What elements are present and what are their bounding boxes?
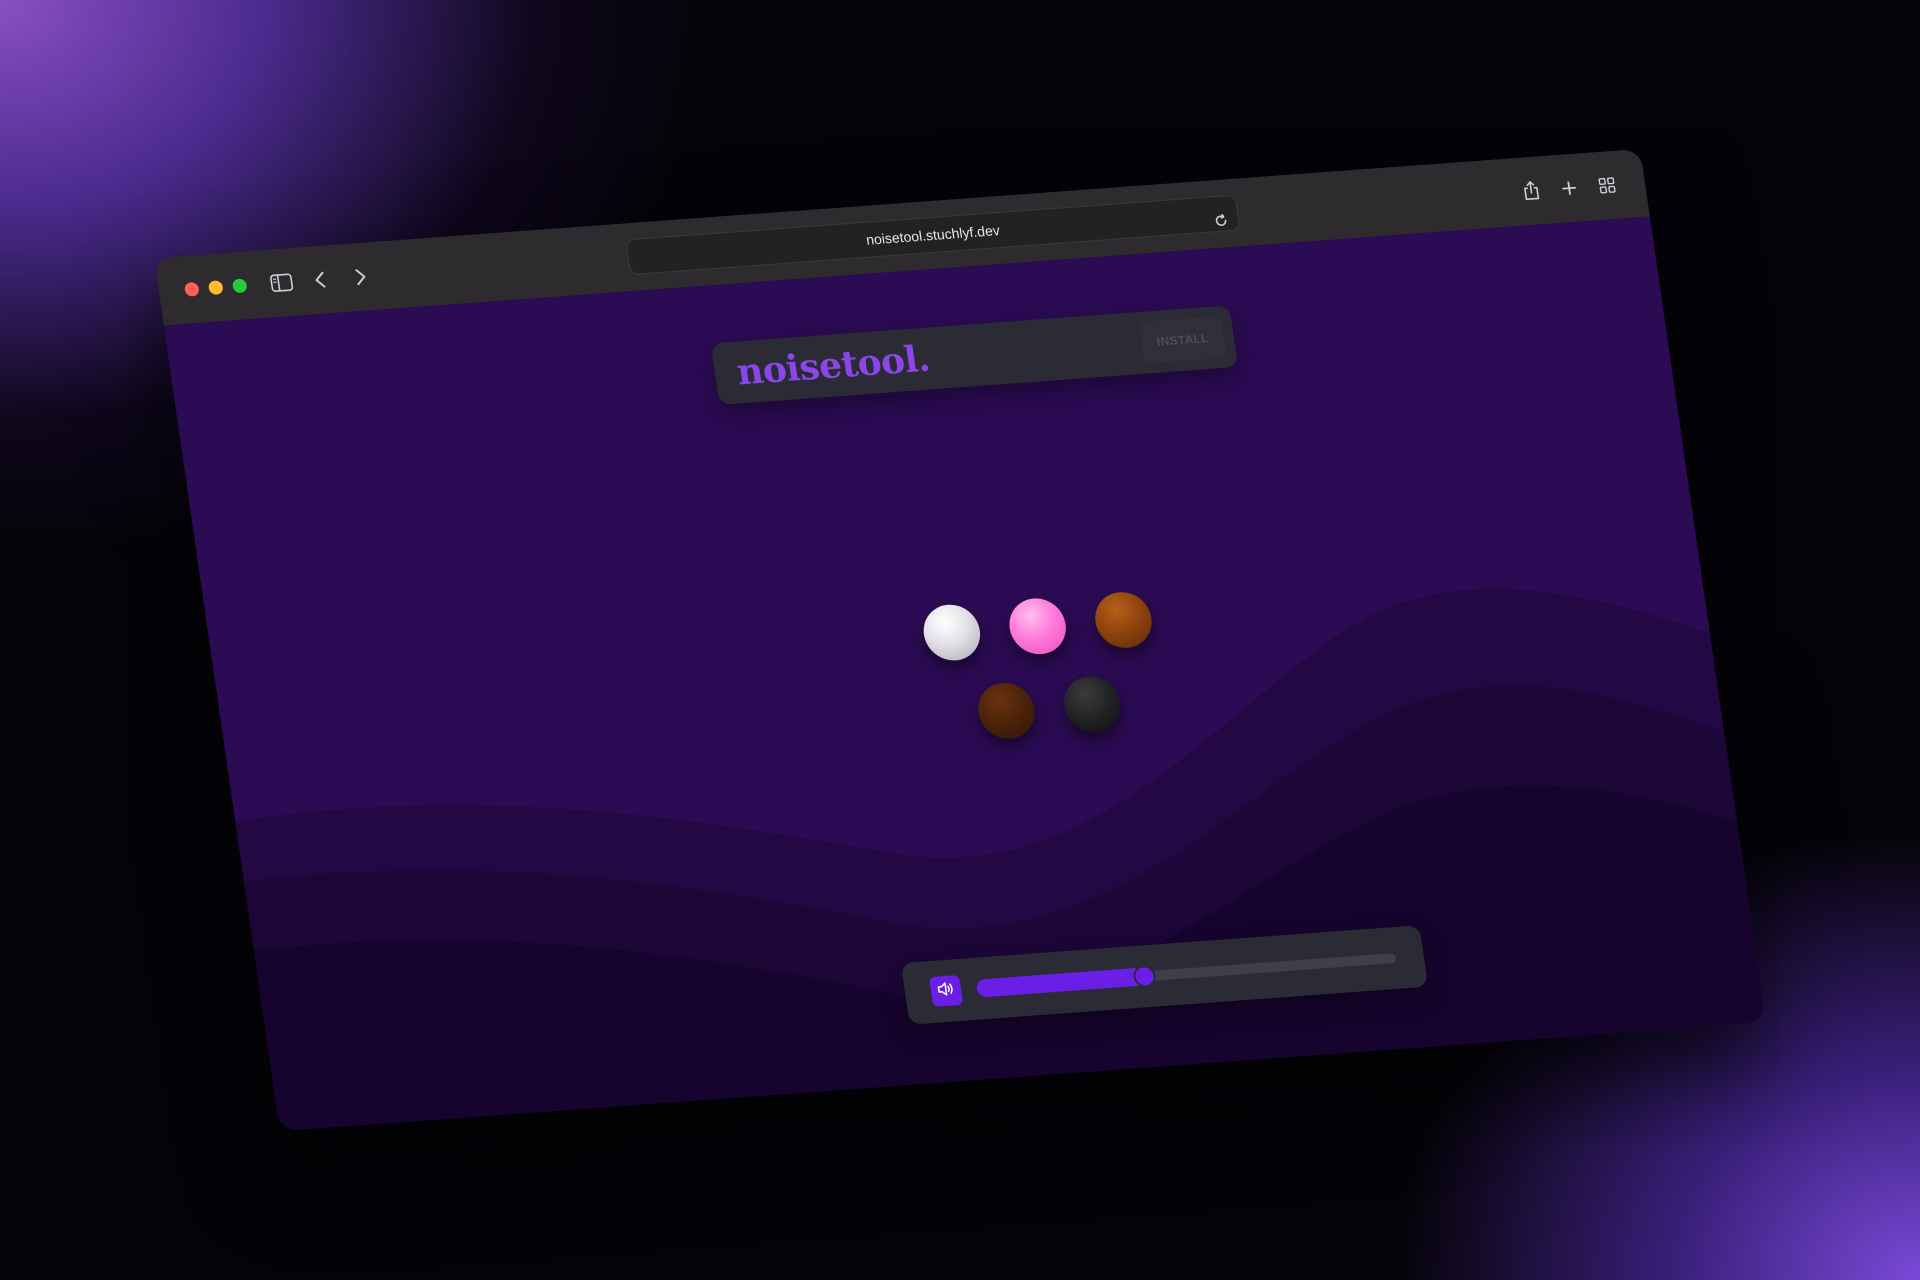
sidebar-icon[interactable]: [267, 267, 297, 299]
zoom-window-button[interactable]: [231, 278, 248, 294]
forward-icon[interactable]: [348, 261, 372, 292]
app-logo[interactable]: noisetool.: [734, 338, 932, 394]
speaker-icon: [936, 980, 957, 1002]
install-button[interactable]: INSTALL: [1138, 316, 1227, 364]
minimize-window-button[interactable]: [207, 280, 224, 296]
tab-overview-icon[interactable]: [1595, 170, 1619, 201]
scene: noisetool.stuchlyf.dev noisetool. INSTAL…: [0, 0, 1920, 1280]
page-content: noisetool. INSTALL: [163, 216, 1766, 1132]
address-url: noisetool.stuchlyf.dev: [864, 222, 1001, 248]
share-icon[interactable]: [1519, 175, 1543, 206]
mute-button[interactable]: [928, 974, 964, 1007]
browser-window: noisetool.stuchlyf.dev noisetool. INSTAL…: [154, 148, 1766, 1132]
back-icon[interactable]: [308, 264, 332, 295]
volume-slider-fill: [975, 967, 1146, 998]
new-tab-icon[interactable]: [1557, 173, 1581, 204]
reload-icon[interactable]: [1212, 205, 1231, 240]
close-window-button[interactable]: [183, 281, 200, 297]
